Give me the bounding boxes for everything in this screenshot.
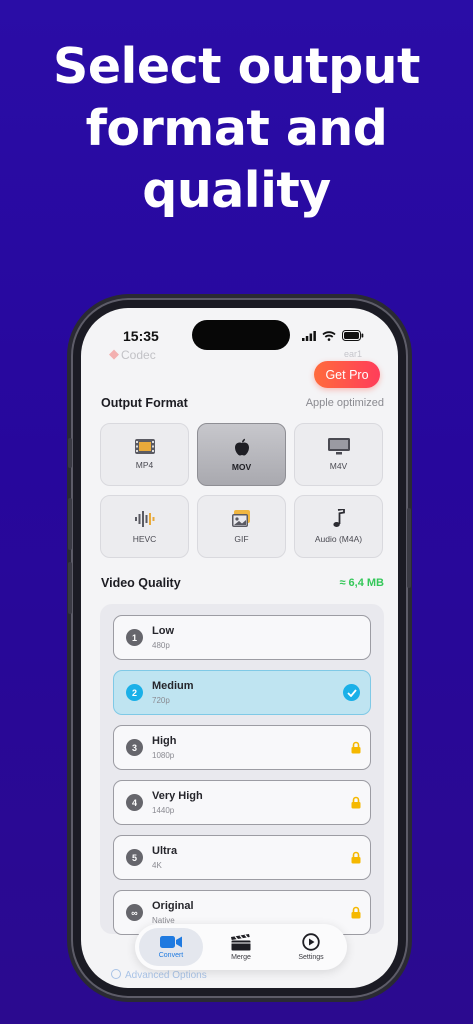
lock-icon — [351, 741, 361, 754]
advanced-options-icon — [111, 969, 121, 979]
tv-icon — [327, 438, 350, 455]
quality-name: Original — [152, 900, 194, 912]
format-option-mov[interactable]: MOV — [197, 423, 286, 486]
quality-resolution: 720p — [152, 696, 170, 705]
quality-number: ∞ — [126, 904, 143, 921]
quality-option-very-high[interactable]: 4 Very High 1440p — [113, 780, 371, 825]
tab-label: Convert — [158, 952, 184, 959]
format-label: MOV — [231, 461, 252, 472]
headline-line-2: format and — [85, 100, 388, 157]
output-format-title: Output Format — [101, 396, 188, 410]
format-label: MP4 — [135, 460, 154, 470]
signal-icon — [302, 330, 316, 341]
status-time: 15:35 — [123, 328, 159, 344]
lock-icon — [351, 851, 361, 864]
codec-label: Codec — [121, 348, 156, 362]
marketing-headline: Select output format and quality — [0, 36, 473, 222]
format-option-gif[interactable]: GIF — [197, 495, 286, 558]
phone-power-button — [407, 508, 411, 588]
waveform-icon — [134, 510, 154, 527]
tab-merge[interactable]: Merge — [209, 928, 273, 966]
format-label: GIF — [234, 533, 249, 544]
quality-option-low[interactable]: 1 Low 480p — [113, 615, 371, 660]
quality-name: Medium — [152, 680, 194, 692]
quality-number: 2 — [126, 684, 143, 701]
quality-name: Ultra — [152, 845, 178, 857]
quality-option-medium[interactable]: 2 Medium 720p — [113, 670, 371, 715]
quality-resolution: 480p — [152, 641, 170, 650]
format-label: HEVC — [132, 533, 157, 544]
header-right-label: ear1 — [343, 349, 362, 359]
get-pro-button[interactable]: Get Pro — [314, 361, 380, 388]
format-option-audio-m4a[interactable]: Audio (M4A) — [294, 495, 383, 558]
format-option-m4v[interactable]: M4V — [294, 423, 383, 486]
phone-screen: 15:35 ◆ Codec ear1 Get Pro Output Format… — [81, 308, 398, 988]
lock-icon — [351, 906, 361, 919]
phone-action-button — [68, 438, 72, 468]
codec-icon: ◆ — [109, 346, 119, 361]
quality-number: 4 — [126, 794, 143, 811]
video-camera-icon — [160, 936, 182, 948]
quality-list: 1 Low 480p 2 Medium 720p 3 High 1080p 4 — [100, 604, 384, 935]
quality-option-ultra[interactable]: 5 Ultra 4K — [113, 835, 371, 880]
headline-line-1: Select output — [53, 38, 420, 95]
format-option-hevc[interactable]: HEVC — [100, 495, 189, 558]
headline-line-3: quality — [142, 162, 331, 219]
advanced-options-label[interactable]: Advanced Options — [125, 970, 207, 981]
video-quality-title: Video Quality — [101, 576, 181, 590]
quality-number: 5 — [126, 849, 143, 866]
output-format-subtitle: Apple optimized — [305, 397, 384, 409]
battery-icon — [342, 330, 364, 341]
tab-label: Settings — [298, 954, 324, 961]
format-label: Audio (M4A) — [314, 534, 363, 544]
quality-option-high[interactable]: 3 High 1080p — [113, 725, 371, 770]
quality-resolution: 1440p — [152, 806, 175, 815]
film-icon — [134, 439, 155, 454]
phone-volume-up-button — [68, 498, 72, 550]
photo-icon — [231, 509, 250, 527]
tab-label: Merge — [231, 953, 251, 961]
dynamic-island — [192, 320, 290, 350]
quality-resolution: 4K — [152, 861, 162, 870]
format-option-mp4[interactable]: MP4 — [100, 423, 189, 486]
play-circle-icon — [302, 933, 320, 951]
music-note-icon — [332, 509, 345, 527]
quality-number: 3 — [126, 739, 143, 756]
quality-name: High — [152, 735, 177, 747]
phone-frame: 15:35 ◆ Codec ear1 Get Pro Output Format… — [68, 298, 411, 998]
quality-name: Very High — [152, 790, 203, 802]
checkmark-icon — [343, 684, 360, 701]
estimated-size: ≈ 6,4 MB — [339, 577, 384, 589]
format-label: M4V — [329, 461, 348, 471]
tab-bar: Convert Merge Settings — [135, 924, 347, 970]
quality-name: Low — [152, 625, 174, 637]
clapperboard-icon — [231, 933, 251, 950]
tab-convert[interactable]: Convert — [139, 928, 203, 966]
quality-resolution: 1080p — [152, 751, 175, 760]
status-icons — [302, 330, 364, 341]
tab-settings[interactable]: Settings — [279, 928, 343, 966]
phone-volume-down-button — [68, 562, 72, 614]
format-grid: MP4 MOV M4V HEVC GIF Audio (M4A) — [100, 423, 384, 558]
apple-icon — [234, 438, 249, 455]
lock-icon — [351, 796, 361, 809]
wifi-icon — [322, 330, 336, 341]
quality-number: 1 — [126, 629, 143, 646]
